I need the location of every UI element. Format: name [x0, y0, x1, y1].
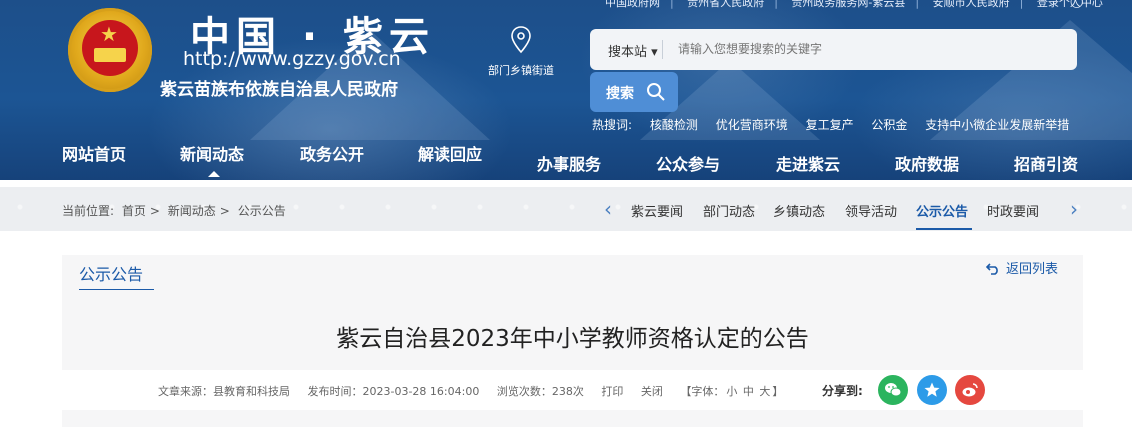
- search-button[interactable]: 搜索: [590, 72, 678, 112]
- font-large-button[interactable]: 大: [759, 385, 770, 398]
- back-to-list-link[interactable]: 返回列表: [985, 258, 1059, 277]
- globe-icon[interactable]: ◯: [1070, 0, 1083, 8]
- article-title: 紫云自治县2023年中小学教师资格认定的公告: [336, 326, 809, 352]
- header-banner: 中国政府网 | 贵州省人民政府 | 贵州政务服务网-紫云县 | 安顺市人民政府 | 登录…: [0, 0, 1132, 180]
- nav-about[interactable]: 走进紫云: [776, 151, 840, 175]
- site-org: 紫云苗族布依族自治县人民政府: [160, 80, 398, 100]
- subnav-item[interactable]: 紫云要闻: [631, 201, 683, 220]
- chevron-right-icon[interactable]: ›: [1070, 199, 1078, 219]
- breadcrumb: 当前位置: 首页 > 新闻动态 > 公示公告: [62, 204, 286, 218]
- font-size-control: 【字体：小 中 大】: [680, 385, 785, 398]
- site-url: http://www.gzzy.gov.cn: [183, 48, 401, 70]
- hot-term[interactable]: 公积金: [871, 118, 907, 132]
- weibo-icon: [962, 383, 978, 397]
- search-box: 搜本站 ▾: [590, 29, 1077, 70]
- subnav-item[interactable]: 部门动态: [703, 201, 755, 220]
- nav-participate[interactable]: 公众参与: [656, 151, 720, 175]
- article-source: 文章来源：县教育和科技局: [158, 385, 290, 398]
- breadcrumb-label: 当前位置:: [62, 204, 115, 218]
- nav-active-indicator: [208, 171, 220, 177]
- section-title: 公示公告: [79, 265, 144, 284]
- back-to-list-label: 返回列表: [1006, 262, 1059, 277]
- chevron-left-icon[interactable]: ‹: [604, 199, 612, 219]
- weibo-share-button[interactable]: [955, 375, 985, 405]
- hot-term[interactable]: 优化营商环境: [716, 118, 788, 132]
- qzone-share-button[interactable]: [917, 375, 947, 405]
- share-label: 分享到:: [822, 384, 863, 398]
- top-link-gov[interactable]: 中国政府网: [605, 0, 660, 9]
- location-pin-icon[interactable]: [510, 26, 532, 54]
- star-icon: [924, 382, 940, 397]
- font-size-bracket: 】: [772, 385, 784, 398]
- font-size-label: 【字体：: [680, 385, 725, 398]
- font-small-button[interactable]: 小: [726, 385, 737, 398]
- dept-link[interactable]: 部门乡镇街道: [488, 62, 554, 78]
- close-button[interactable]: 关闭: [641, 385, 663, 398]
- subnav-active-indicator: [916, 228, 972, 230]
- wechat-icon: [885, 383, 902, 397]
- top-link-anshun[interactable]: 安顺市人民政府: [933, 0, 1010, 9]
- top-links: 中国政府网 | 贵州省人民政府 | 贵州政务服务网-紫云县 | 安顺市人民政府 | 登录…: [605, 0, 1113, 10]
- national-emblem-logo: ★: [68, 8, 152, 92]
- hot-term[interactable]: 核酸检测: [650, 118, 698, 132]
- breadcrumb-bar: 当前位置: 首页 > 新闻动态 > 公示公告 ‹ 紫云要闻 部门动态 乡镇动态 领导…: [0, 187, 1132, 231]
- main-nav: 网站首页 新闻动态 政务公开 解读回应 办事服务 公众参与 走进紫云 政府数据 …: [0, 138, 1132, 180]
- hot-search: 热搜词: 核酸检测 优化营商环境 复工复产 公积金 支持中小微企业发展新举措: [592, 116, 1083, 133]
- nav-invest[interactable]: 招商引资: [1014, 151, 1078, 175]
- nav-services[interactable]: 办事服务: [537, 151, 601, 175]
- subnav-item[interactable]: 乡镇动态: [773, 201, 825, 220]
- subnav-item[interactable]: 领导活动: [845, 201, 897, 220]
- hot-term[interactable]: 复工复产: [806, 118, 854, 132]
- return-icon: [985, 263, 998, 275]
- nav-gov-open[interactable]: 政务公开: [300, 141, 364, 165]
- subnav-item[interactable]: 时政要闻: [987, 201, 1039, 220]
- article-meta: 文章来源：县教育和科技局 发布时间：2023-03-28 16:04:00 浏览…: [158, 383, 799, 399]
- wechat-share-button[interactable]: [878, 375, 908, 405]
- print-button[interactable]: 打印: [601, 385, 623, 398]
- top-link-guizhou[interactable]: 贵州省人民政府: [687, 0, 764, 9]
- nav-home[interactable]: 网站首页: [62, 141, 126, 165]
- breadcrumb-current[interactable]: 公示公告: [238, 204, 286, 218]
- subnav-item-active[interactable]: 公示公告: [916, 201, 968, 220]
- article-body-top: [62, 410, 1083, 427]
- search-input[interactable]: [678, 37, 1058, 61]
- article-views: 浏览次数：238次: [496, 385, 584, 398]
- breadcrumb-home[interactable]: 首页: [122, 204, 146, 218]
- top-link-service[interactable]: 贵州政务服务网-紫云县: [791, 0, 905, 9]
- nav-interpret[interactable]: 解读回应: [418, 141, 482, 165]
- font-medium-button[interactable]: 中: [743, 385, 754, 398]
- search-icon: [647, 83, 665, 101]
- search-button-label: 搜索: [606, 86, 634, 102]
- breadcrumb-news[interactable]: 新闻动态: [168, 204, 216, 218]
- section-underline: [79, 289, 154, 290]
- article-header: 公示公告 返回列表 紫云自治县2023年中小学教师资格认定的公告: [62, 255, 1083, 370]
- nav-news[interactable]: 新闻动态: [180, 141, 244, 165]
- article-time: 发布时间：2023-03-28 16:04:00: [307, 385, 480, 398]
- nav-data[interactable]: 政府数据: [895, 151, 959, 175]
- hot-search-label: 热搜词:: [592, 118, 633, 132]
- search-scope-select[interactable]: 搜本站 ▾: [608, 41, 658, 60]
- hot-term[interactable]: 支持中小微企业发展新举措: [925, 118, 1069, 132]
